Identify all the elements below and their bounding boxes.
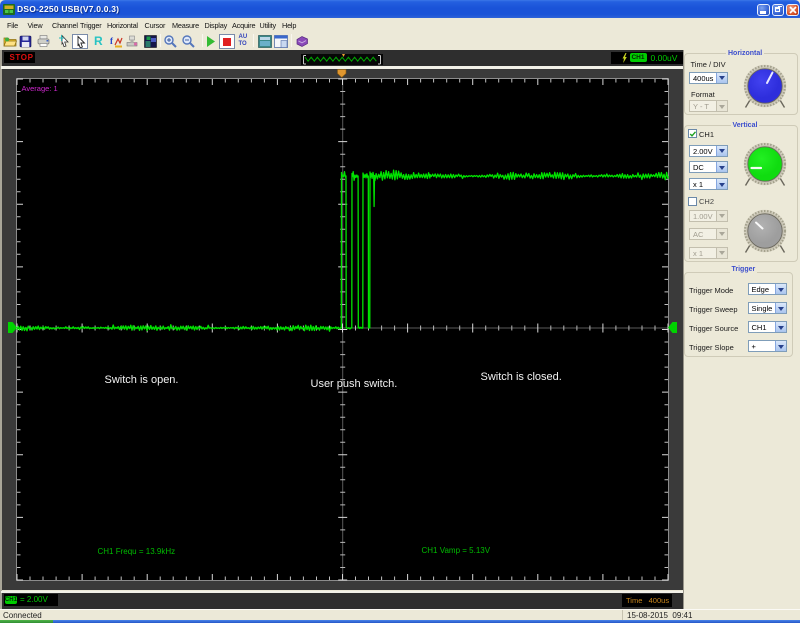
svg-text:f: f [110, 36, 114, 46]
